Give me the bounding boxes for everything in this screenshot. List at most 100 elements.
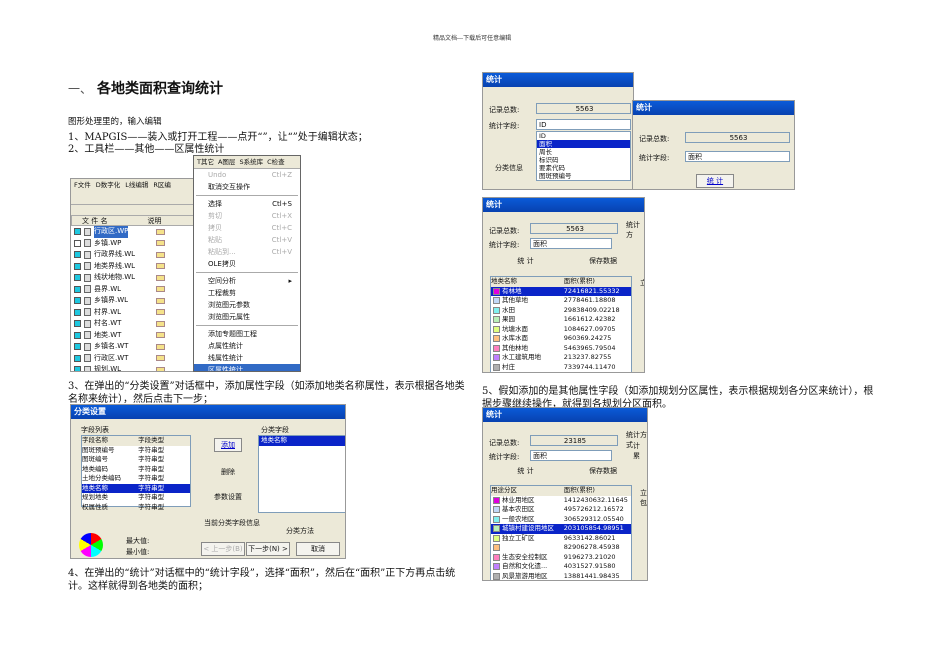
menu-item[interactable]: OLE拷贝	[194, 258, 300, 270]
result-row[interactable]: 坑塘水面 1084627.09705	[491, 325, 631, 335]
add-button[interactable]: 添加	[214, 438, 242, 452]
field-select[interactable]: 面积	[685, 151, 790, 162]
save-button[interactable]: 保存数据	[573, 465, 633, 479]
result-row[interactable]: 一般农地区 306529312.05540	[491, 515, 631, 525]
dropdown-option[interactable]: 周长	[537, 148, 630, 156]
result-table[interactable]: 用途分区 面积(累积) 林业用地区 1412430632.11645 基本农田区 495…	[490, 485, 632, 581]
dropdown-option[interactable]: ID	[537, 132, 630, 140]
result-row[interactable]: 其他林地 5463965.79504	[491, 344, 631, 354]
menu-item[interactable]: 剪切 Ctl+X	[194, 210, 300, 222]
menubar-item[interactable]: S系统库	[239, 156, 263, 168]
layer-toggle-checkbox[interactable]	[74, 228, 81, 236]
result-row[interactable]: 生态安全控制区 9196273.21020	[491, 553, 631, 563]
field-row[interactable]: 图斑编号 字符串型	[82, 455, 190, 465]
field-row[interactable]: 图斑预编号 字符串型	[82, 446, 190, 456]
app-menu-item[interactable]: L线编辑	[125, 179, 148, 191]
stat-button[interactable]: 统 计	[493, 465, 558, 479]
dropdown-option[interactable]: 要素代码	[537, 164, 630, 172]
layer-toggle-checkbox[interactable]	[74, 262, 81, 270]
field-row[interactable]: 权属性质 字符串型	[82, 503, 190, 513]
menu-item[interactable]: 选择 Ctl+S	[194, 198, 300, 210]
result-row[interactable]: 村庄 7339744.11470	[491, 363, 631, 373]
dropdown-option[interactable]: 标识码	[537, 156, 630, 164]
delete-button[interactable]: 删除	[221, 467, 235, 477]
layer-toggle-checkbox[interactable]	[74, 251, 81, 259]
class-field-list[interactable]: 地类名称	[258, 435, 345, 513]
field-select[interactable]: 面积	[530, 238, 612, 249]
field-select[interactable]: 面积	[530, 450, 612, 461]
file-item[interactable]: 地类.WT	[71, 330, 195, 342]
file-item[interactable]: 乡镇名.WT	[71, 341, 195, 353]
result-row[interactable]: 水库水面 960369.24275	[491, 334, 631, 344]
file-list[interactable]: 行政区.WP 乡镇.WP 行政界线.WL 地类界线.WL 线状地物.WL 县界.WL 乡镇界…	[71, 226, 195, 371]
file-item[interactable]: 村名.WT	[71, 318, 195, 330]
cancel-button[interactable]: 取消	[296, 542, 340, 556]
result-row[interactable]: 风景旅游用地区 13881441.98435	[491, 572, 631, 581]
menu-item[interactable]: 浏览图元属性	[194, 311, 300, 323]
dropdown-option[interactable]: 图斑预编号	[537, 172, 630, 180]
field-list[interactable]: 字段名称 字段类型 图斑预编号 字符串型 图斑编号 字符串型 地类编码 字符串型 土地分类编码…	[81, 435, 191, 511]
file-item[interactable]: 行政区.WT	[71, 353, 195, 365]
layer-toggle-checkbox[interactable]	[74, 239, 81, 247]
field-select[interactable]: ID	[536, 119, 631, 130]
menu-item[interactable]: 区属性统计	[194, 364, 300, 371]
menu-item[interactable]: 取消交互操作	[194, 181, 300, 193]
menu-item[interactable]: 线属性统计	[194, 352, 300, 364]
result-table[interactable]: 地类名称 面积(累积) 有林地 72416821.55332 其他草地 2778461.…	[490, 276, 632, 373]
menu-item[interactable]: 粘贴 Ctl+V	[194, 234, 300, 246]
class-field-item[interactable]: 地类名称	[259, 436, 345, 446]
file-item[interactable]: 乡镇界.WL	[71, 295, 195, 307]
result-row[interactable]: 林业用地区 1412430632.11645	[491, 496, 631, 506]
field-row[interactable]: 土地分类编码 字符串型	[82, 474, 190, 484]
result-row[interactable]: 独立工矿区 9633142.86021	[491, 534, 631, 544]
file-item[interactable]: 行政区.WP	[71, 226, 195, 238]
file-item[interactable]: 规划.WL	[71, 364, 195, 371]
result-row[interactable]: 城镇村建设用地区 203105854.98951	[491, 524, 631, 534]
layer-toggle-checkbox[interactable]	[74, 343, 81, 351]
menu-item[interactable]: 工程裁剪	[194, 287, 300, 299]
field-dropdown[interactable]: ID 面积 周长 标识码 要素代码 图斑预编号	[536, 131, 631, 181]
field-row[interactable]: 地类编码 字符串型	[82, 465, 190, 475]
field-row[interactable]: 地类名称 字符串型	[82, 483, 190, 493]
layer-toggle-checkbox[interactable]	[74, 308, 81, 316]
app-menu-item[interactable]: D数字化	[96, 179, 121, 191]
result-row[interactable]: 其他草地 2778461.18808	[491, 296, 631, 306]
menubar-item[interactable]: T其它	[197, 156, 214, 168]
layer-toggle-checkbox[interactable]	[74, 354, 81, 362]
save-button[interactable]: 保存数据	[573, 255, 633, 269]
layer-toggle-checkbox[interactable]	[74, 320, 81, 328]
menubar-item[interactable]: C检查	[267, 156, 285, 168]
option-count[interactable]: 计	[633, 441, 640, 451]
field-row[interactable]: 规划地类 字符串型	[82, 493, 190, 503]
file-item[interactable]: 县界.WL	[71, 284, 195, 296]
result-row[interactable]: 水田 29838409.02218	[491, 306, 631, 316]
stat-button[interactable]: 统 计	[696, 174, 734, 188]
result-row[interactable]: 自然和文化遗... 4031527.91580	[491, 562, 631, 572]
layer-toggle-checkbox[interactable]	[74, 331, 81, 339]
menu-item[interactable]: 粘贴到... Ctl+V	[194, 246, 300, 258]
menu-item[interactable]: 空间分析 ▸	[194, 275, 300, 287]
option-cumulative[interactable]: 累	[633, 451, 640, 461]
stat-button[interactable]: 统 计	[493, 255, 558, 269]
menu-item[interactable]: 点属性统计	[194, 340, 300, 352]
layer-toggle-checkbox[interactable]	[74, 297, 81, 305]
layer-toggle-checkbox[interactable]	[74, 366, 81, 371]
result-row[interactable]: 有林地 72416821.55332	[491, 286, 631, 296]
result-row[interactable]: 水工建筑用地 213237.82755	[491, 353, 631, 363]
params-button[interactable]: 参数设置	[214, 492, 242, 502]
layer-toggle-checkbox[interactable]	[74, 274, 81, 282]
menubar-item[interactable]: A图层	[218, 156, 235, 168]
layer-toggle-checkbox[interactable]	[74, 285, 81, 293]
menu-item[interactable]: 浏览图元参数	[194, 299, 300, 311]
menu-item[interactable]: Undo Ctl+Z	[194, 169, 300, 181]
prev-button[interactable]: < 上一步(B)	[201, 542, 245, 556]
result-row[interactable]: 旱地 6151539.77684	[491, 372, 631, 373]
menu-item[interactable]: 拷贝 Ctl+C	[194, 222, 300, 234]
file-item[interactable]: 行政界线.WL	[71, 249, 195, 261]
result-row[interactable]: 82906278.45938	[491, 543, 631, 553]
file-item[interactable]: 村界.WL	[71, 307, 195, 319]
menu-item[interactable]: 添加专题图工程	[194, 328, 300, 340]
app-menu-item[interactable]: R区编	[153, 179, 171, 191]
file-item[interactable]: 乡镇.WP	[71, 238, 195, 250]
result-row[interactable]: 果园 1661612.42382	[491, 315, 631, 325]
